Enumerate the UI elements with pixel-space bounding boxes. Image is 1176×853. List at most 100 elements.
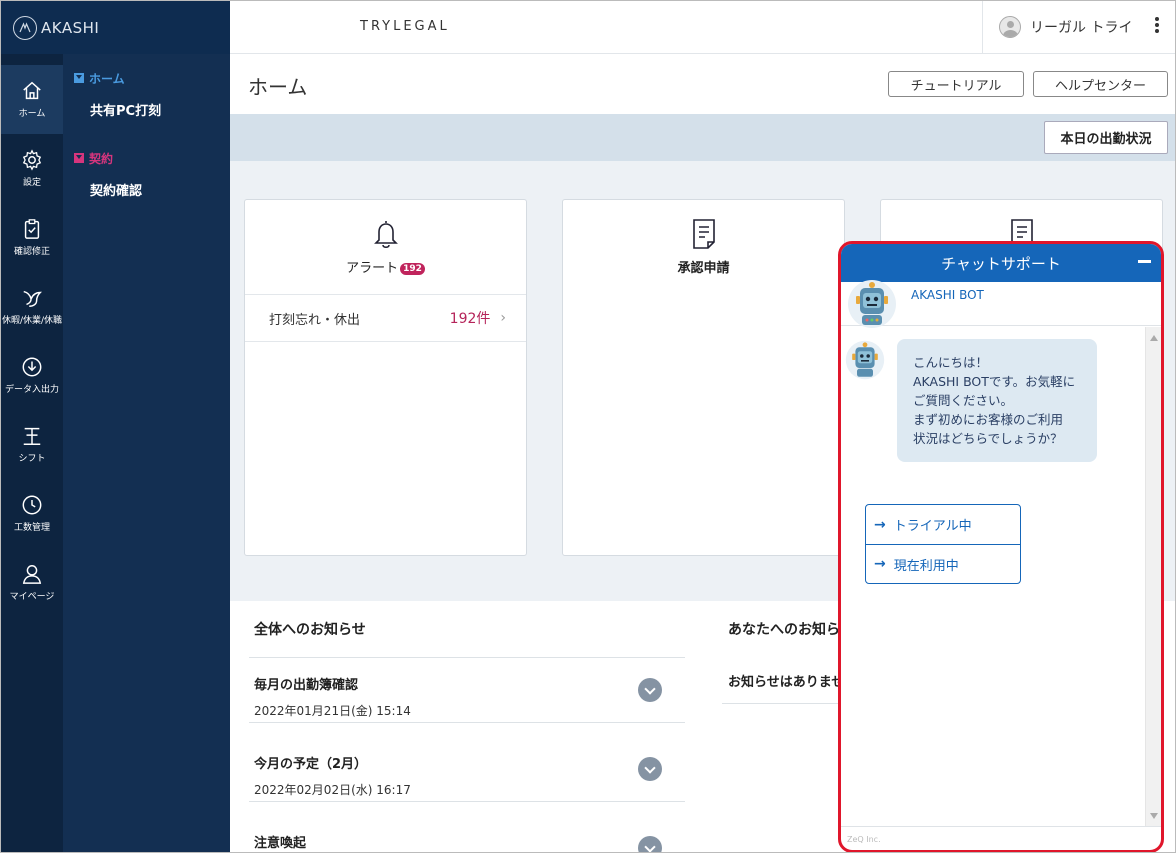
gear-icon bbox=[22, 149, 42, 171]
robot-avatar-icon bbox=[845, 340, 885, 380]
alert-row-count: 192件 bbox=[449, 311, 491, 327]
top-bar: TRYLEGAL リーガル トライ bbox=[230, 1, 1175, 54]
rail-item-mypage[interactable]: マイページ bbox=[1, 548, 63, 617]
arrow-right-icon: → bbox=[874, 516, 886, 533]
all-notices-title: 全体へのお知らせ bbox=[254, 622, 366, 638]
brand-name: AKASHI bbox=[41, 18, 100, 37]
alert-row-missed-stamp[interactable]: 打刻忘れ・休出 192件 › bbox=[245, 294, 526, 342]
expand-chevron-icon[interactable] bbox=[638, 757, 662, 781]
approval-card[interactable]: 承認申請 bbox=[562, 199, 845, 556]
rail-item-review[interactable]: 確認修正 bbox=[1, 203, 63, 272]
person-icon bbox=[22, 565, 42, 584]
company-name: TRYLEGAL bbox=[360, 19, 450, 34]
bot-name: AKASHI BOT bbox=[911, 287, 984, 302]
submenu-panel: ホーム 共有PC打刻 契約 契約確認 bbox=[63, 54, 230, 852]
chat-scrollbar[interactable] bbox=[1145, 327, 1161, 827]
submenu-group-home[interactable]: ホーム bbox=[63, 68, 230, 88]
rail-item-data-io[interactable]: データ入出力 bbox=[1, 341, 63, 410]
submenu-group-home-label: ホーム bbox=[89, 71, 125, 86]
chat-support-widget: チャットサポート AKASHI BOT こんにちは！ AKASHI BOTです。… bbox=[838, 241, 1164, 852]
expand-chevron-icon[interactable] bbox=[638, 836, 662, 852]
bot-message-line: まず初めにお客様のご利用 bbox=[913, 412, 1064, 427]
bell-icon bbox=[373, 221, 398, 249]
page-title: ホーム bbox=[248, 75, 308, 99]
alert-title-label: アラート bbox=[346, 261, 399, 276]
notice-item[interactable]: 注意喚起 bbox=[254, 832, 684, 852]
shift-icon bbox=[23, 427, 41, 445]
today-attendance-button[interactable]: 本日の出勤状況 bbox=[1044, 121, 1168, 154]
robot-avatar-icon bbox=[848, 279, 896, 328]
notice-title: 今月の予定（2月） bbox=[254, 757, 368, 772]
action-band: 本日の出勤状況 bbox=[230, 114, 1175, 161]
scroll-up-icon[interactable] bbox=[1150, 335, 1158, 341]
bot-message-line: AKASHI BOTです。お気軽に bbox=[913, 374, 1076, 389]
minimize-icon[interactable] bbox=[1138, 260, 1151, 263]
app-window: AKASHI ホーム 設定 確認修正 休暇/休業/休職 データ入出力 シフト 工… bbox=[0, 0, 1176, 853]
avatar bbox=[999, 16, 1021, 38]
submenu-link-shared-pc[interactable]: 共有PC打刻 bbox=[63, 100, 230, 119]
icon-rail: ホーム 設定 確認修正 休暇/休業/休職 データ入出力 シフト 工数管理 マイペ… bbox=[1, 54, 63, 852]
rail-label-data-io: データ入出力 bbox=[4, 385, 59, 395]
bot-message-line: こんにちは！ bbox=[913, 355, 989, 370]
rail-label-review: 確認修正 bbox=[13, 247, 50, 257]
alert-count-badge: 192 bbox=[400, 262, 425, 275]
user-name: リーガル トライ bbox=[1030, 20, 1133, 36]
user-menu[interactable]: リーガル トライ bbox=[982, 1, 1175, 53]
bot-message-bubble: こんにちは！ AKASHI BOTです。お気軽に ご質問ください。 まず初めにお… bbox=[897, 339, 1097, 462]
notice-item[interactable]: 毎月の出勤簿確認 2022年01月21日(金) 15:14 bbox=[254, 674, 684, 719]
bot-message-line: 状況はどちらでしょうか？ bbox=[913, 431, 1063, 446]
rail-item-manhours[interactable]: 工数管理 bbox=[1, 479, 63, 548]
alert-card-title: アラート 192 bbox=[245, 257, 526, 276]
rail-item-home[interactable]: ホーム bbox=[1, 65, 63, 134]
chat-options: → トライアル中 → 現在利用中 bbox=[865, 504, 1021, 584]
logo-bar[interactable]: AKASHI bbox=[1, 1, 230, 54]
option-trial-button[interactable]: → トライアル中 bbox=[866, 505, 1020, 544]
rail-item-shift[interactable]: シフト bbox=[1, 410, 63, 479]
divider bbox=[249, 722, 685, 723]
download-circle-icon bbox=[22, 357, 42, 377]
collapse-toggle-icon bbox=[74, 73, 84, 83]
rail-item-leave[interactable]: 休暇/休業/休職 bbox=[1, 272, 63, 341]
option-current-user-button[interactable]: → 現在利用中 bbox=[866, 544, 1020, 583]
notice-title: 注意喚起 bbox=[254, 836, 307, 851]
kebab-menu-icon[interactable] bbox=[1155, 17, 1159, 35]
rail-item-settings[interactable]: 設定 bbox=[1, 134, 63, 203]
option-label: 現在利用中 bbox=[893, 558, 959, 574]
rail-label-shift: シフト bbox=[18, 454, 46, 464]
alert-card: アラート 192 打刻忘れ・休出 192件 › bbox=[244, 199, 527, 556]
option-label: トライアル中 bbox=[893, 519, 972, 534]
submenu-group-contract[interactable]: 契約 bbox=[63, 148, 230, 168]
clock-icon bbox=[22, 495, 42, 515]
chat-header-title: チャットサポート bbox=[941, 254, 1061, 273]
divider bbox=[249, 657, 685, 658]
bot-message-line: ご質問ください。 bbox=[913, 393, 1014, 408]
collapse-toggle-icon bbox=[74, 153, 84, 163]
submenu-group-contract-label: 契約 bbox=[89, 151, 114, 166]
rail-label-mypage: マイページ bbox=[9, 592, 55, 602]
submenu-link-contract[interactable]: 契約確認 bbox=[63, 180, 230, 199]
rail-label-home: ホーム bbox=[18, 109, 46, 119]
chat-messages: こんにちは！ AKASHI BOTです。お気軽に ご質問ください。 まず初めにお… bbox=[841, 327, 1146, 827]
rail-label-settings: 設定 bbox=[22, 178, 41, 188]
alert-row-label: 打刻忘れ・休出 bbox=[269, 312, 361, 328]
your-notices-title: あなたへのお知らせ bbox=[728, 622, 854, 638]
approval-card-title: 承認申請 bbox=[677, 261, 730, 276]
expand-chevron-icon[interactable] bbox=[638, 678, 662, 702]
akashi-logo-icon bbox=[13, 15, 37, 40]
notice-title: 毎月の出勤簿確認 bbox=[254, 678, 359, 693]
notice-date: 2022年02月02日(水) 16:17 bbox=[254, 783, 411, 797]
arrow-right-icon: → bbox=[874, 556, 886, 572]
chat-header[interactable]: チャットサポート bbox=[841, 244, 1161, 282]
home-icon bbox=[23, 81, 41, 100]
tutorial-button[interactable]: チュートリアル bbox=[888, 71, 1024, 97]
chevron-right-icon: › bbox=[500, 310, 506, 326]
chat-footer: ZeQ Inc. bbox=[841, 826, 1161, 850]
bird-icon bbox=[23, 290, 43, 307]
notice-date: 2022年01月21日(金) 15:14 bbox=[254, 704, 411, 718]
scroll-down-icon[interactable] bbox=[1150, 813, 1158, 819]
help-center-button[interactable]: ヘルプセンター bbox=[1033, 71, 1168, 97]
notice-item[interactable]: 今月の予定（2月） 2022年02月02日(水) 16:17 bbox=[254, 753, 684, 798]
chat-bot-bar: AKASHI BOT bbox=[841, 279, 1161, 328]
divider bbox=[249, 801, 685, 802]
document-icon bbox=[692, 219, 715, 249]
